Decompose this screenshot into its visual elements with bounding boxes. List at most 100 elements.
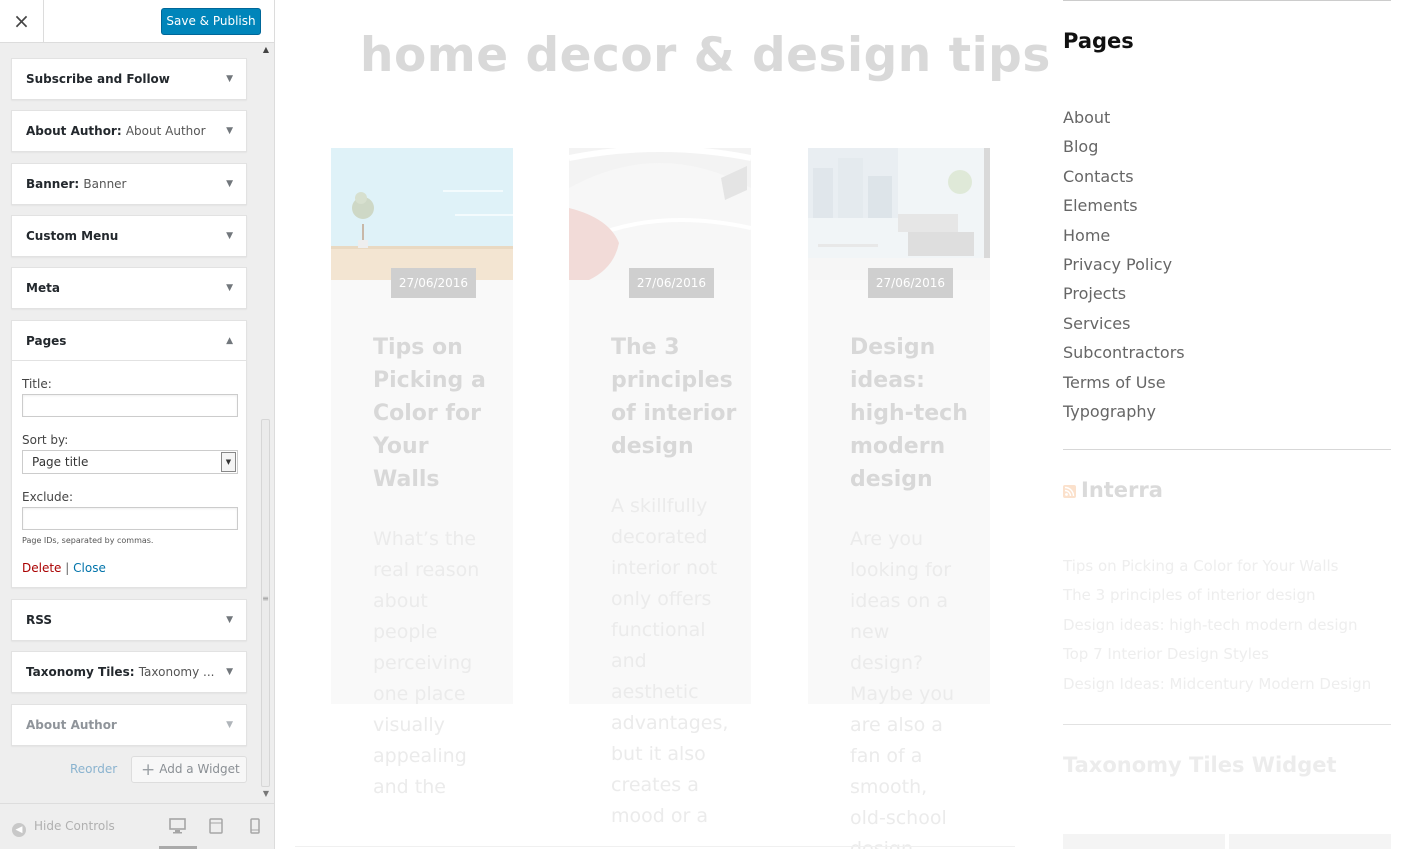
add-widget-button[interactable]: + Add a Widget [131, 756, 247, 783]
save-publish-button[interactable]: Save & Publish [161, 8, 261, 35]
expand-arrow-icon[interactable]: ▼ [226, 652, 233, 692]
widget-name: Banner [26, 177, 75, 191]
pages-list: About Blog Contacts Elements Home Privac… [1063, 103, 1185, 426]
customizer-header: × Save & Publish [0, 0, 274, 43]
rss-item-link[interactable]: The 3 principles of interior design [1063, 581, 1371, 610]
page-link[interactable]: Services [1063, 309, 1185, 338]
post-thumbnail[interactable] [569, 148, 751, 280]
widget-custom-menu[interactable]: Custom Menu ▼ [11, 215, 247, 257]
expand-arrow-icon[interactable]: ▼ [226, 164, 233, 204]
page-link[interactable]: Typography [1063, 397, 1185, 426]
exclude-input[interactable] [22, 507, 238, 530]
widget-subscribe-and-follow[interactable]: Subscribe and Follow ▼ [11, 58, 247, 100]
widget-instance-title: Banner [83, 177, 127, 191]
rss-item-link[interactable]: Tips on Picking a Color for Your Walls [1063, 552, 1371, 581]
post-title[interactable]: Tips on Picking a Color for Your Walls [373, 331, 501, 496]
post-date-badge: 27/06/2016 [629, 268, 714, 298]
scroll-up-arrow-icon[interactable]: ▲ [259, 45, 273, 54]
preview-sidebar: Pages About Blog Contacts Elements Home … [1063, 0, 1391, 849]
widget-title-bar[interactable]: About Author: About Author ▼ [12, 111, 246, 151]
widget-banner[interactable]: Banner: Banner ▼ [11, 163, 247, 205]
rss-item-link[interactable]: Design ideas: high-tech modern design [1063, 611, 1371, 640]
page-link[interactable]: Projects [1063, 279, 1185, 308]
rss-item-link[interactable]: Design Ideas: Midcentury Modern Design [1063, 670, 1371, 699]
sort-by-label: Sort by: [22, 433, 69, 447]
page-link[interactable]: Home [1063, 221, 1185, 250]
post-card[interactable]: 27/06/2016 Design ideas: high-tech moder… [808, 148, 990, 849]
widget-about-author[interactable]: About Author: About Author ▼ [11, 110, 247, 152]
page-link[interactable]: Privacy Policy [1063, 250, 1185, 279]
close-icon[interactable]: × [0, 0, 44, 43]
taxonomy-tile[interactable] [1063, 834, 1225, 849]
post-excerpt: Are you looking for ideas on a new desig… [850, 528, 954, 849]
widget-name: About Author [26, 718, 117, 732]
widget-name: Pages [26, 334, 67, 348]
reorder-link[interactable]: Reorder [70, 762, 117, 776]
expand-arrow-icon[interactable]: ▼ [226, 216, 233, 256]
tablet-icon[interactable] [209, 818, 223, 838]
divider [1063, 449, 1391, 450]
post-thumbnail[interactable] [331, 148, 513, 280]
widget-taxonomy-tiles[interactable]: Taxonomy Tiles: Taxonomy ... ▼ [11, 651, 247, 693]
widget-title-bar[interactable]: Banner: Banner ▼ [12, 164, 246, 204]
page-link[interactable]: Subcontractors [1063, 338, 1185, 367]
actions-separator: | [65, 561, 70, 575]
widget-instance-title: Taxonomy ... [138, 665, 215, 679]
widget-meta[interactable]: Meta ▼ [11, 267, 247, 309]
taxonomy-tile[interactable] [1229, 834, 1391, 849]
rss-item-link[interactable]: Top 7 Interior Design Styles [1063, 640, 1371, 669]
post-date-badge: 27/06/2016 [868, 268, 953, 298]
post-title[interactable]: The 3 principles of interior design [611, 331, 739, 463]
divider [1063, 724, 1391, 725]
widget-pages-expanded: Pages ▲ Title: Sort by: Page title ▼ Excl… [11, 320, 247, 588]
rss-widget-heading: Interra [1063, 478, 1163, 503]
widget-name: Taxonomy Tiles [26, 665, 130, 679]
mobile-icon[interactable] [250, 818, 260, 838]
close-link[interactable]: Close [73, 561, 106, 575]
customizer-sidebar: × Save & Publish Subscribe and Follow ▼ A… [0, 0, 275, 849]
scroll-down-arrow-icon[interactable]: ▼ [259, 789, 273, 798]
sidebar-scrollbar[interactable]: ▲ ≡ ▼ [259, 43, 273, 803]
expand-arrow-icon[interactable]: ▼ [226, 705, 233, 745]
post-thumbnail[interactable] [808, 148, 990, 280]
expand-arrow-icon[interactable]: ▼ [226, 268, 233, 308]
widget-rss[interactable]: RSS ▼ [11, 599, 247, 641]
dropdown-arrow-icon[interactable]: ▼ [221, 452, 236, 472]
page-link[interactable]: Terms of Use [1063, 368, 1185, 397]
widget-title-bar[interactable]: RSS ▼ [12, 600, 246, 640]
plus-icon: + [141, 760, 156, 780]
delete-link[interactable]: Delete [22, 561, 61, 575]
page-link[interactable]: Blog [1063, 132, 1185, 161]
widget-title-bar[interactable]: About Author ▼ [12, 705, 246, 745]
widget-title-bar[interactable]: Meta ▼ [12, 268, 246, 308]
widget-title-bar[interactable]: Pages ▲ [12, 321, 246, 361]
widget-about-author-2[interactable]: About Author ▼ [11, 704, 247, 746]
scrollbar-thumb[interactable]: ≡ [261, 419, 270, 787]
title-input[interactable] [22, 394, 238, 417]
page-link[interactable]: Contacts [1063, 162, 1185, 191]
post-title[interactable]: Design ideas: high-tech modern design [850, 331, 978, 496]
collapse-arrow-icon[interactable]: ▲ [226, 321, 233, 360]
exclude-hint: Page IDs, separated by commas. [22, 536, 154, 545]
add-widget-label: Add a Widget [159, 762, 240, 776]
widget-title-bar[interactable]: Custom Menu ▼ [12, 216, 246, 256]
site-title[interactable]: home decor & design tips [360, 28, 1051, 83]
widget-title-bar[interactable]: Subscribe and Follow ▼ [12, 59, 246, 99]
sort-by-select[interactable]: Page title ▼ [22, 450, 238, 474]
widget-name: RSS [26, 613, 52, 627]
hide-controls-button[interactable]: ◀ Hide Controls [12, 819, 115, 837]
exclude-label: Exclude: [22, 490, 74, 504]
page-link[interactable]: Elements [1063, 191, 1185, 220]
rss-widget-title[interactable]: Interra [1081, 478, 1163, 502]
expand-arrow-icon[interactable]: ▼ [226, 111, 233, 151]
page-link[interactable]: About [1063, 103, 1185, 132]
post-excerpt: A skillfully decorated interior not only… [611, 495, 729, 827]
widget-title-bar[interactable]: Taxonomy Tiles: Taxonomy ... ▼ [12, 652, 246, 692]
title-label: Title: [22, 377, 52, 391]
rss-feed-icon[interactable] [1063, 479, 1076, 503]
post-card[interactable]: 27/06/2016 The 3 principles of interior … [569, 148, 751, 848]
expand-arrow-icon[interactable]: ▼ [226, 59, 233, 99]
post-card[interactable]: 27/06/2016 Tips on Picking a Color for Y… [331, 148, 513, 848]
desktop-icon[interactable] [169, 818, 186, 838]
expand-arrow-icon[interactable]: ▼ [226, 600, 233, 640]
